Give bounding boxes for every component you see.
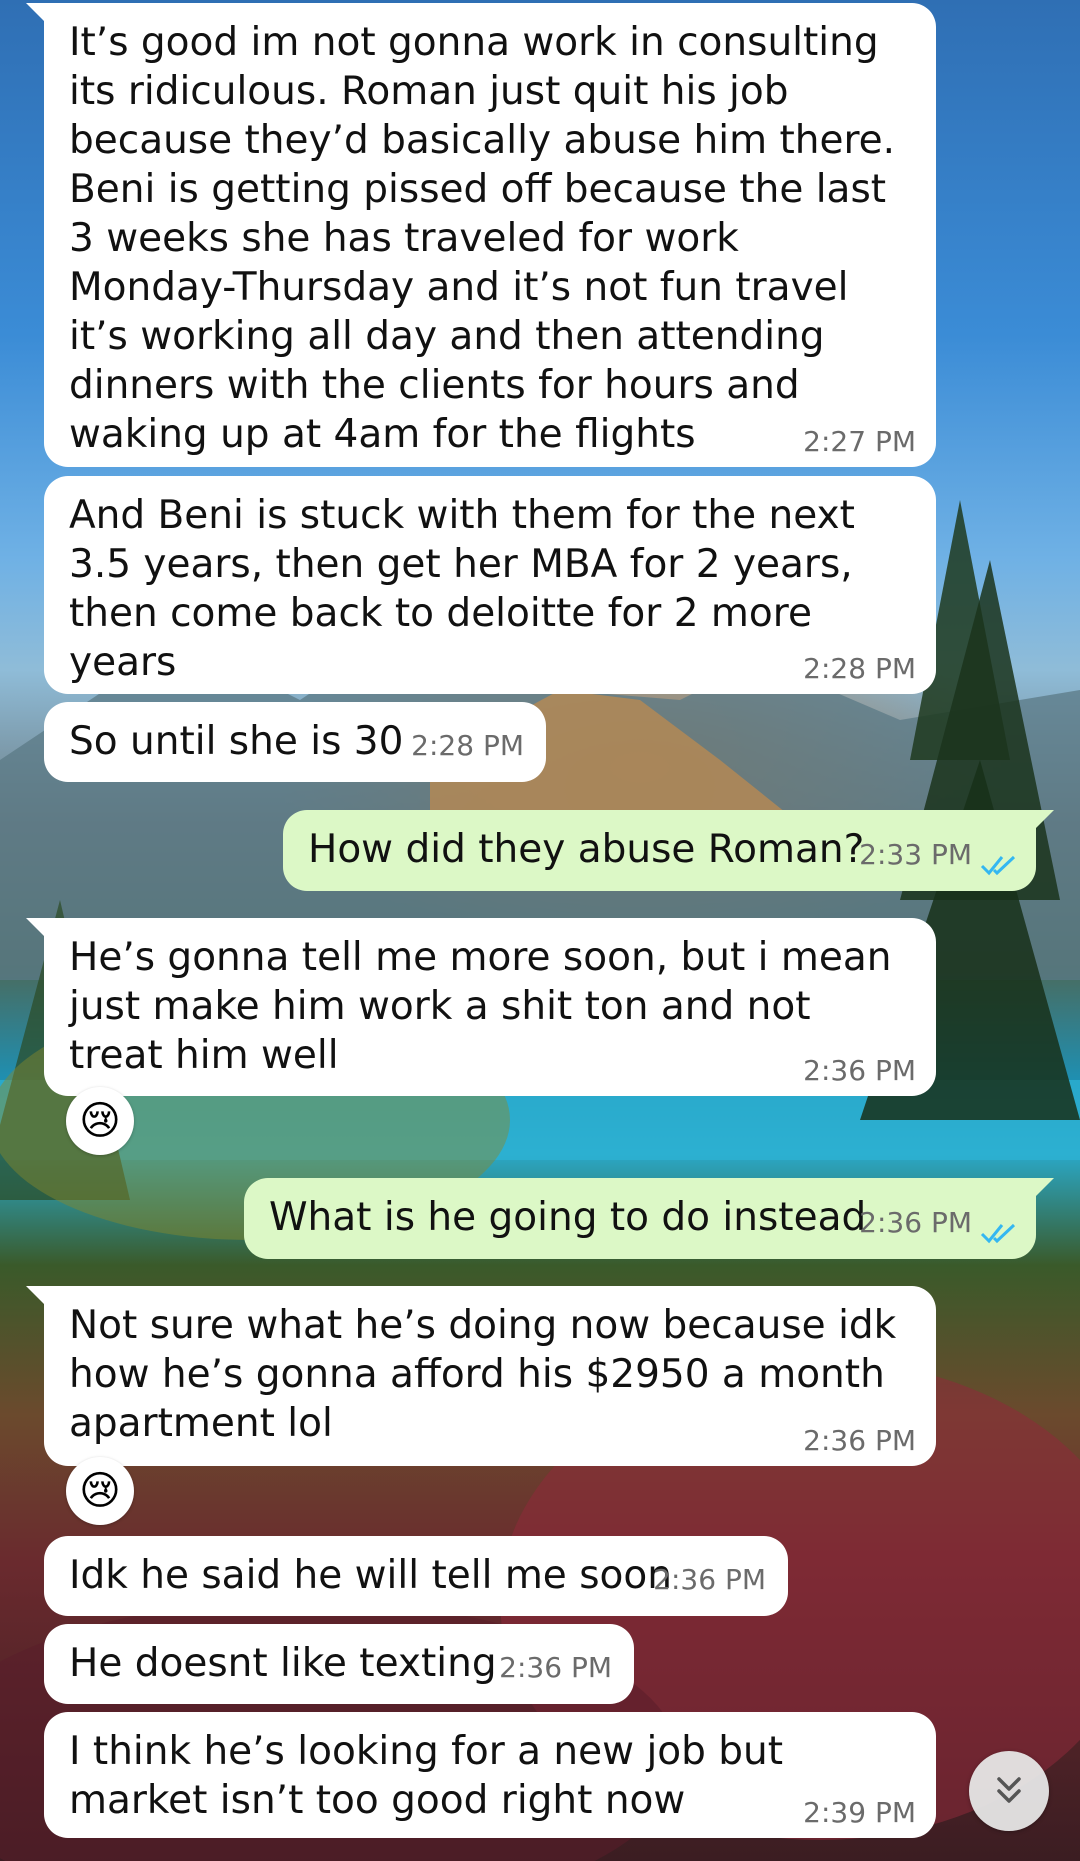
- message-time: 2:28 PM: [411, 729, 524, 762]
- message-time: 2:36 PM: [803, 1054, 916, 1087]
- message-bubble[interactable]: I think he’s looking for a new job but m…: [44, 1712, 936, 1838]
- read-receipt-icon: [980, 1223, 1016, 1244]
- message-time: 2:36 PM: [859, 1206, 972, 1239]
- message-bubble-outgoing[interactable]: How did they abuse Roman? 2:33 PM: [283, 810, 1054, 891]
- reaction-badge[interactable]: 😢: [66, 1457, 134, 1525]
- message-bubble-outgoing[interactable]: What is he going to do instead 2:36 PM: [244, 1178, 1054, 1259]
- reaction-badge[interactable]: 😢: [66, 1087, 134, 1155]
- message-text: He’s gonna tell me more soon, but i mean…: [69, 935, 892, 1078]
- message-bubble[interactable]: He’s gonna tell me more soon, but i mean…: [26, 918, 936, 1096]
- scroll-to-bottom-button[interactable]: [969, 1751, 1049, 1831]
- message-text: It’s good im not gonna work in consultin…: [69, 20, 896, 457]
- message-time: 2:33 PM: [859, 838, 972, 871]
- message-time: 2:36 PM: [803, 1424, 916, 1457]
- message-time: 2:36 PM: [653, 1563, 766, 1596]
- message-bubble[interactable]: Not sure what he’s doing now because idk…: [26, 1286, 936, 1466]
- message-time: 2:27 PM: [803, 425, 916, 458]
- message-time: 2:36 PM: [499, 1651, 612, 1684]
- message-time: 2:28 PM: [803, 652, 916, 685]
- crying-face-icon: 😢: [79, 1098, 121, 1144]
- message-bubble[interactable]: He doesnt like texting 2:36 PM: [44, 1624, 634, 1704]
- double-chevron-down-icon: [997, 1777, 1021, 1803]
- message-time: 2:39 PM: [803, 1796, 916, 1829]
- crying-face-icon: 😢: [79, 1468, 121, 1514]
- message-bubble[interactable]: It’s good im not gonna work in consultin…: [26, 3, 936, 467]
- message-bubble[interactable]: And Beni is stuck with them for the next…: [44, 476, 936, 694]
- message-text: Not sure what he’s doing now because idk…: [69, 1303, 897, 1446]
- message-bubble[interactable]: So until she is 30 2:28 PM: [44, 702, 546, 782]
- message-bubble[interactable]: Idk he said he will tell me soon 2:36 PM: [44, 1536, 788, 1616]
- message-text: And Beni is stuck with them for the next…: [69, 493, 855, 685]
- read-receipt-icon: [980, 855, 1016, 876]
- message-text: I think he’s looking for a new job but m…: [69, 1729, 784, 1823]
